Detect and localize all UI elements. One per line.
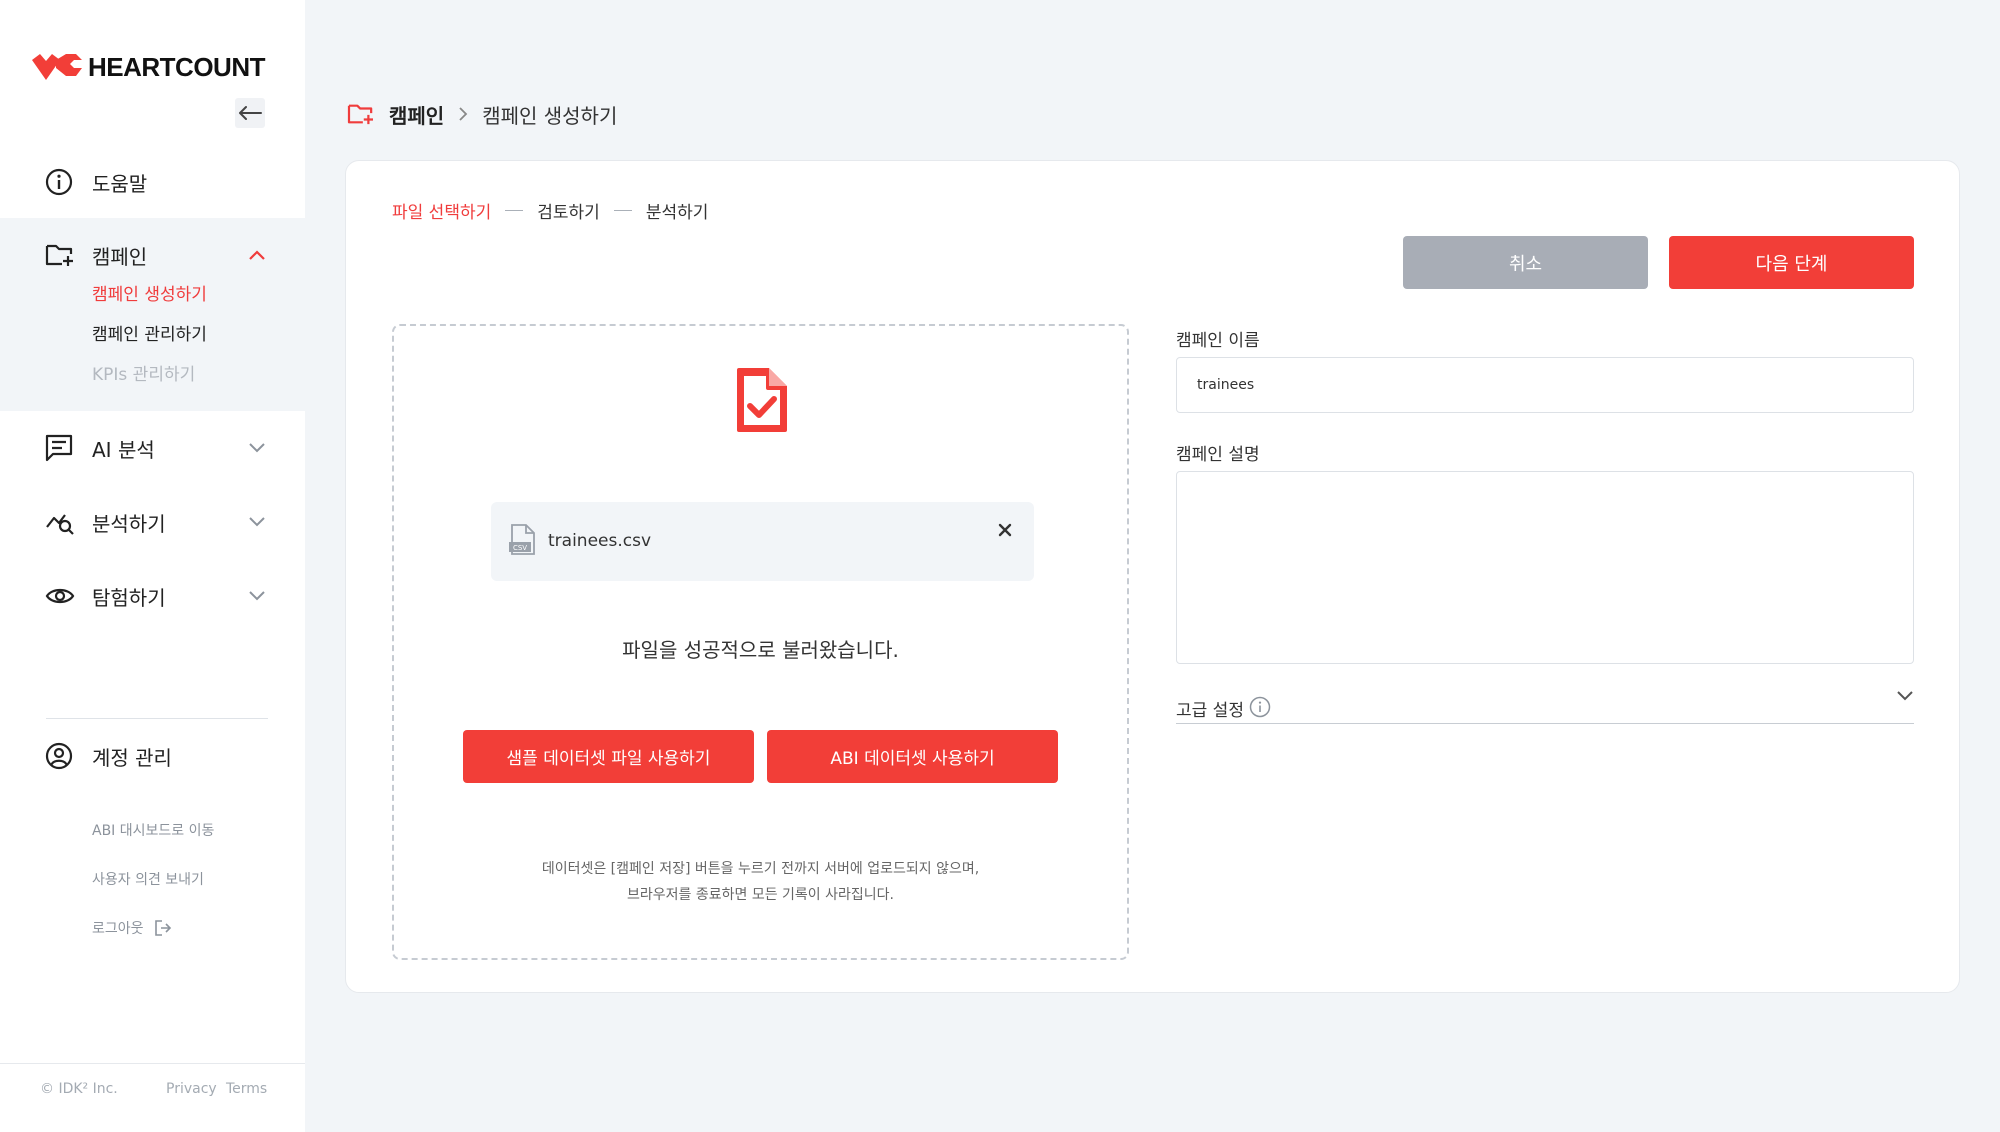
close-icon[interactable] <box>996 521 1014 539</box>
link-abi-dashboard[interactable]: ABI 대시보드로 이동 <box>92 820 214 840</box>
nav-kpis-manage[interactable]: KPIs 관리하기 <box>92 360 195 385</box>
chevron-down-icon <box>249 443 265 453</box>
heartcount-logo[interactable]: HEARTCOUNT <box>32 52 266 83</box>
collapse-sidebar-button[interactable] <box>235 98 265 128</box>
nav-explore[interactable]: 탐험하기 <box>0 571 305 621</box>
nav-help[interactable]: 도움말 <box>0 157 305 207</box>
nav-ai-analysis-label: AI 분석 <box>92 437 155 462</box>
sidebar-footer-divider <box>0 1063 305 1064</box>
brand-name: HEARTCOUNT <box>88 52 266 82</box>
privacy-link[interactable]: Privacy <box>166 1081 217 1097</box>
nav-campaign-create[interactable]: 캠페인 생성하기 <box>92 280 207 305</box>
chevron-down-icon <box>249 517 265 527</box>
use-sample-dataset-button[interactable]: 샘플 데이터셋 파일 사용하기 <box>463 730 754 783</box>
nav-ai-analysis[interactable]: AI 분석 <box>0 423 305 473</box>
chevron-up-icon <box>249 250 265 260</box>
campaign-menu-group: 캠페인 캠페인 생성하기 캠페인 관리하기 KPIs 관리하기 <box>0 218 305 411</box>
nav-account-label: 계정 관리 <box>92 745 172 770</box>
chat-icon <box>45 434 73 462</box>
logout-label: 로그아웃 <box>92 921 144 937</box>
campaign-description-textarea[interactable] <box>1176 471 1914 664</box>
step-review: 검토하기 <box>537 203 600 223</box>
cancel-button[interactable]: 취소 <box>1403 236 1648 289</box>
nav-account[interactable]: 계정 관리 <box>0 731 305 781</box>
campaign-name-label: 캠페인 이름 <box>1176 331 1260 351</box>
nav-help-label: 도움말 <box>92 171 148 196</box>
eye-icon <box>45 588 75 604</box>
folder-add-icon <box>347 104 373 125</box>
nav-campaign[interactable]: 캠페인 <box>0 230 305 280</box>
chevron-down-icon <box>1897 691 1913 701</box>
campaign-name-value: trainees <box>1197 377 1255 393</box>
arrow-left-icon <box>239 106 262 120</box>
heartcount-logo-icon <box>32 53 82 80</box>
upload-notice-line-1: 데이터셋은 [캠페인 저장] 버튼을 누르기 전까지 서버에 업로드되지 않으며… <box>541 861 980 877</box>
csv-file-icon: CSV <box>509 524 535 555</box>
sidebar: HEARTCOUNT 도움말 캠페인 캠페인 생성하기 캠페인 관리하기 KPI… <box>0 0 305 1132</box>
copyright: © IDK² Inc. <box>40 1081 118 1097</box>
folder-add-icon <box>45 244 73 266</box>
stepper: 파일 선택하기 검토하기 분석하기 <box>392 198 708 223</box>
advanced-settings-label: 고급 설정 <box>1176 701 1244 721</box>
advanced-settings-toggle[interactable]: 고급 설정 <box>1176 688 1914 724</box>
upload-notice: 데이터셋은 [캠페인 저장] 버튼을 누르기 전까지 서버에 업로드되지 않으며… <box>394 856 1127 908</box>
nav-campaign-manage[interactable]: 캠페인 관리하기 <box>92 320 207 345</box>
step-analyze: 분석하기 <box>645 203 709 223</box>
next-step-button[interactable]: 다음 단계 <box>1669 236 1914 289</box>
breadcrumb-current: 캠페인 생성하기 <box>482 103 618 128</box>
svg-text:CSV: CSV <box>513 544 527 552</box>
sidebar-divider <box>46 718 268 719</box>
step-separator <box>613 210 632 211</box>
breadcrumb: 캠페인 캠페인 생성하기 <box>347 100 617 128</box>
nav-explore-label: 탐험하기 <box>92 585 166 610</box>
nav-analyze-label: 분석하기 <box>92 511 166 536</box>
file-name: trainees.csv <box>548 531 652 551</box>
breadcrumb-root[interactable]: 캠페인 <box>389 100 444 129</box>
user-circle-icon <box>45 742 73 770</box>
chevron-down-icon <box>249 591 265 601</box>
file-dropzone[interactable]: CSV trainees.csv 파일을 성공적으로 불러왔습니다. 샘플 데이… <box>392 324 1129 960</box>
nav-analyze[interactable]: 분석하기 <box>0 497 305 547</box>
info-icon <box>45 168 73 196</box>
step-separator <box>505 210 524 211</box>
nav-campaign-label: 캠페인 <box>92 244 148 269</box>
chart-search-icon <box>46 514 74 535</box>
info-icon[interactable] <box>1249 696 1271 718</box>
chevron-right-icon <box>459 107 468 121</box>
campaign-description-label: 캠페인 설명 <box>1176 445 1260 465</box>
link-feedback[interactable]: 사용자 의견 보내기 <box>92 869 204 889</box>
terms-link[interactable]: Terms <box>226 1081 267 1097</box>
upload-notice-line-2: 브라우저를 종료하면 모든 기록이 사라집니다. <box>627 887 894 903</box>
campaign-create-card: 파일 선택하기 검토하기 분석하기 취소 다음 단계 CSV trainees.… <box>345 160 1960 993</box>
file-check-icon <box>737 368 787 432</box>
logout-icon <box>154 920 171 936</box>
campaign-name-input[interactable]: trainees <box>1176 357 1914 413</box>
use-abi-dataset-button[interactable]: ABI 데이터셋 사용하기 <box>767 730 1058 783</box>
step-select-file: 파일 선택하기 <box>392 203 492 223</box>
upload-success-message: 파일을 성공적으로 불러왔습니다. <box>622 638 899 662</box>
logout-link[interactable]: 로그아웃 <box>92 918 172 938</box>
uploaded-file-chip: CSV trainees.csv <box>491 502 1034 581</box>
